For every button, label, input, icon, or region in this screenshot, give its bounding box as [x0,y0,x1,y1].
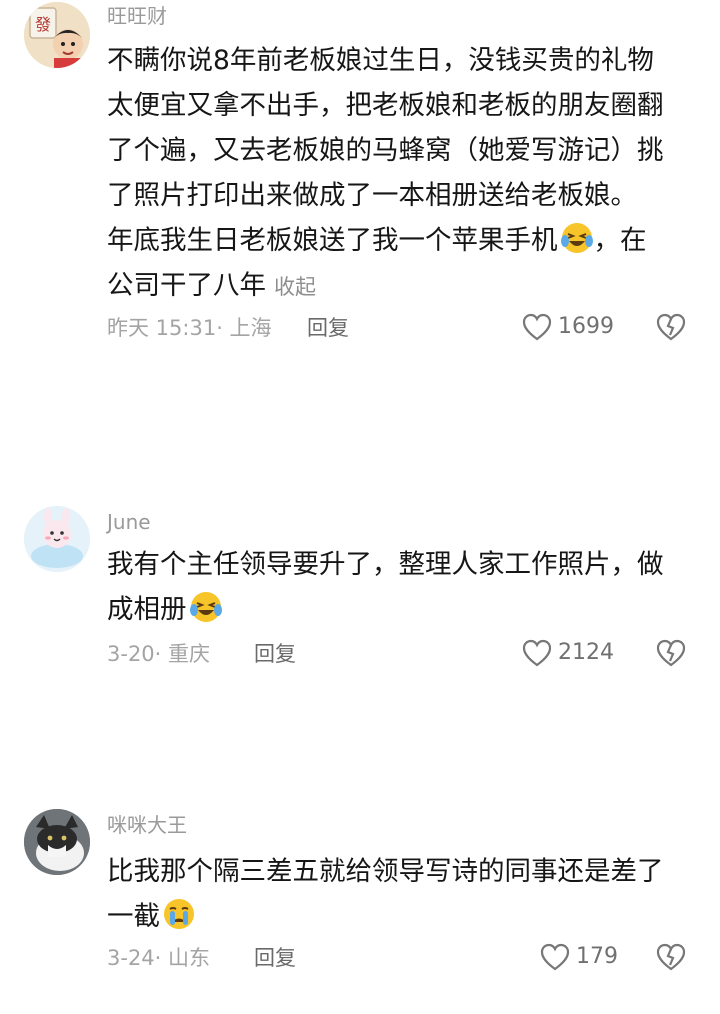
heart-icon [540,943,570,971]
comment-text: 不瞒你说8年前老板娘过生日，没钱买贵的礼物 太便宜又拿不出手，把老板娘和老板的朋… [107,38,697,310]
like-button[interactable]: 2124 [522,639,614,667]
comment-author[interactable]: 旺旺财 [107,4,167,28]
like-button[interactable]: 179 [540,943,618,971]
like-count: 2124 [558,640,614,665]
comment-meta: 3-20· 重庆 [107,642,211,666]
comment-line: 比我那个隔三差五就给领导写诗的同事还是差了 [107,856,664,887]
collapse-link[interactable]: 收起 [274,275,316,299]
heart-icon [522,639,552,667]
heart-icon [522,313,552,341]
svg-text:發: 發 [35,15,51,34]
comment-line: 不瞒你说8年前老板娘过生日，没钱买贵的礼物 [107,45,654,76]
broken-heart-icon [656,313,686,341]
comment-text-segment: 一截 [107,901,160,932]
crying-emoji-icon [162,897,196,931]
avatar[interactable] [24,809,90,875]
crying-laughing-emoji-icon [560,221,594,255]
comment-line: 公司干了八年 收起 [107,263,697,310]
comment-text-segment: 公司干了八年 [107,270,266,301]
dislike-button[interactable] [656,313,686,343]
like-count: 1699 [558,314,614,339]
dislike-button[interactable] [656,639,686,669]
comment-line: 成相册 [107,587,697,632]
broken-heart-icon [656,943,686,971]
comment-line: 太便宜又拿不出手，把老板娘和老板的朋友圈翻 [107,90,664,121]
reply-button[interactable]: 回复 [307,314,349,342]
comment-line: 了照片打印出来做成了一本相册送给老板娘。 [107,180,637,211]
reply-button[interactable]: 回复 [254,640,296,668]
comment-text: 我有个主任领导要升了，整理人家工作照片，做 成相册 [107,542,697,632]
comment-line: 一截 [107,894,697,939]
comment-text-segment: 年底我生日老板娘送了我一个苹果手机 [107,225,558,256]
broken-heart-icon [656,639,686,667]
comment-author[interactable]: June [107,510,151,534]
like-button[interactable]: 1699 [522,313,614,341]
comment-meta: 3-24· 山东 [107,946,211,970]
comment-text-segment: 成相册 [107,594,187,625]
crying-laughing-emoji-icon [189,590,223,624]
comment-text-segment: ，在 [593,225,647,256]
comment-line: 年底我生日老板娘送了我一个苹果手机 ，在 [107,218,697,263]
comment-author[interactable]: 咪咪大王 [107,813,187,837]
reply-button[interactable]: 回复 [254,944,296,972]
dislike-button[interactable] [656,943,686,973]
avatar[interactable] [24,506,90,572]
comment-meta: 昨天 15:31· 上海 [107,316,272,340]
comment-text: 比我那个隔三差五就给领导写诗的同事还是差了 一截 [107,849,697,939]
comment-line: 我有个主任领导要升了，整理人家工作照片，做 [107,549,664,580]
like-count: 179 [576,944,618,969]
comment-line: 了个遍，又去老板娘的马蜂窝（她爱写游记）挑 [107,135,664,166]
avatar[interactable]: 發 [24,2,90,68]
